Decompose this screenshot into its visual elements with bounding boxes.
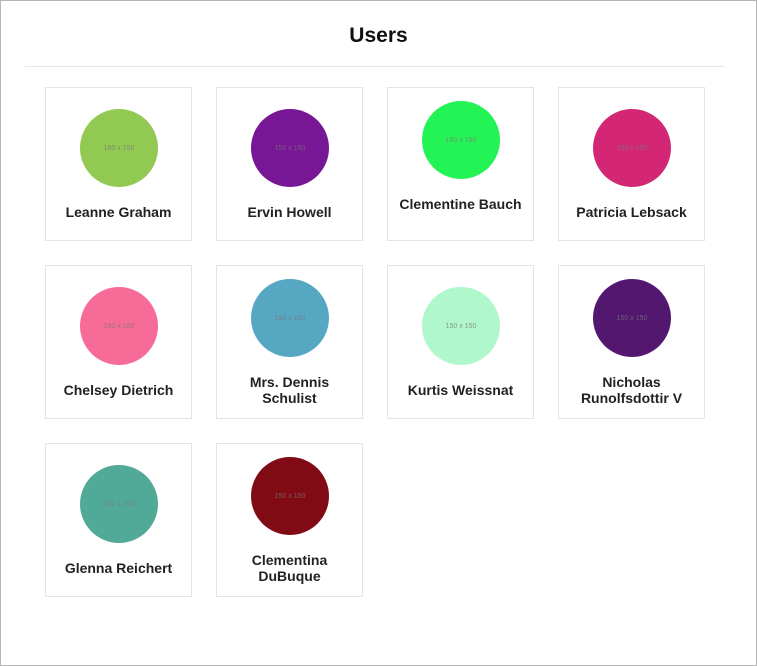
avatar-placeholder-text: 150 x 150 [274, 144, 306, 152]
avatar-placeholder-text: 150 x 150 [103, 322, 135, 330]
avatar-placeholder-text: 150 x 150 [445, 322, 477, 330]
user-name: Clementina DuBuque [251, 552, 328, 584]
avatar-placeholder-text: 150 x 150 [616, 314, 648, 322]
page-title: Users [349, 24, 408, 47]
user-card-mrs-dennis-schulist[interactable]: 150 x 150 Mrs. Dennis Schulist [216, 265, 363, 419]
user-card-chelsey-dietrich[interactable]: 150 x 150 Chelsey Dietrich [45, 265, 192, 419]
user-card-clementina-dubuque[interactable]: 150 x 150 Clementina DuBuque [216, 443, 363, 597]
user-card-ervin-howell[interactable]: 150 x 150 Ervin Howell [216, 87, 363, 241]
avatar: 150 x 150 [80, 465, 158, 543]
user-card-glenna-reichert[interactable]: 150 x 150 Glenna Reichert [45, 443, 192, 597]
user-card-leanne-graham[interactable]: 150 x 150 Leanne Graham [45, 87, 192, 241]
avatar: 150 x 150 [251, 457, 329, 535]
avatar: 150 x 150 [593, 279, 671, 357]
user-name: Mrs. Dennis Schulist [249, 374, 330, 406]
user-card-patricia-lebsack[interactable]: 150 x 150 Patricia Lebsack [558, 87, 705, 241]
user-name: Glenna Reichert [64, 560, 173, 576]
avatar: 150 x 150 [251, 279, 329, 357]
user-name: Patricia Lebsack [576, 204, 687, 220]
avatar: 150 x 150 [422, 101, 500, 179]
users-grid: 150 x 150 Leanne Graham 150 x 150 Ervin … [45, 87, 705, 597]
avatar-placeholder-text: 150 x 150 [445, 136, 477, 144]
avatar-placeholder-text: 150 x 150 [274, 492, 306, 500]
avatar-placeholder-text: 150 x 150 [103, 144, 135, 152]
avatar-placeholder-text: 150 x 150 [616, 144, 648, 152]
user-name: Kurtis Weissnat [407, 382, 514, 398]
user-name: Leanne Graham [65, 204, 172, 220]
app-frame: Users 150 x 150 Leanne Graham 150 x 150 … [0, 0, 757, 666]
avatar: 150 x 150 [422, 287, 500, 365]
avatar: 150 x 150 [593, 109, 671, 187]
user-card-clementine-bauch[interactable]: 150 x 150 Clementine Bauch [387, 87, 534, 241]
user-card-nicholas-runolfsdottir-v[interactable]: 150 x 150 Nicholas Runolfsdottir V [558, 265, 705, 419]
avatar-placeholder-text: 150 x 150 [103, 500, 135, 508]
title-divider [25, 66, 725, 67]
avatar: 150 x 150 [80, 287, 158, 365]
user-name: Chelsey Dietrich [63, 382, 174, 398]
user-name: Nicholas Runolfsdottir V [580, 374, 683, 406]
avatar: 150 x 150 [80, 109, 158, 187]
avatar-placeholder-text: 150 x 150 [274, 314, 306, 322]
user-name: Ervin Howell [247, 204, 332, 220]
user-card-kurtis-weissnat[interactable]: 150 x 150 Kurtis Weissnat [387, 265, 534, 419]
avatar: 150 x 150 [251, 109, 329, 187]
user-name: Clementine Bauch [399, 196, 522, 212]
